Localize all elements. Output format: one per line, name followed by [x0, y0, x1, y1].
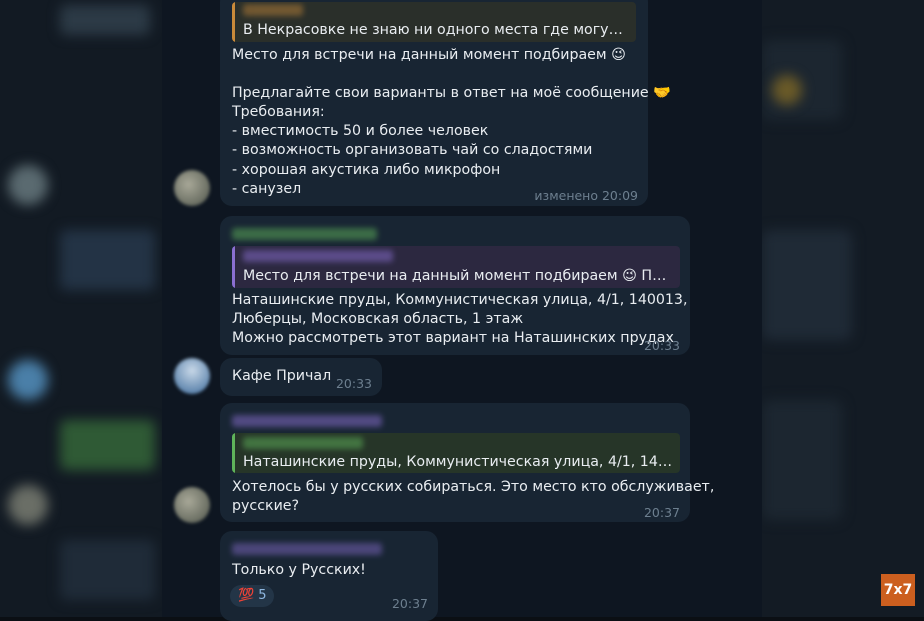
message-text: - возможность организовать чай со сладос…	[232, 142, 593, 158]
message-text: Место для встречи на данный момент подби…	[232, 47, 626, 63]
message-text: Кафе Причал	[232, 368, 332, 384]
avatar[interactable]	[174, 358, 210, 394]
quote-text: Место для встречи на данный момент подби…	[243, 268, 675, 284]
reply-quote[interactable]: Наташинские пруды, Коммунистическая улиц…	[232, 433, 680, 473]
reaction-chip[interactable]: 💯 5	[230, 585, 275, 607]
message-text: - вместимость 50 и более человек	[232, 123, 489, 139]
message-text: Требования:	[232, 104, 325, 120]
sender-name	[232, 543, 382, 555]
message-text: Люберцы, Московская область, 1 этаж	[232, 311, 524, 327]
sender-name	[232, 228, 377, 240]
message-text: Можно рассмотреть этот вариант на Наташи…	[232, 330, 674, 346]
message-bubble: Место для встречи на данный момент подби…	[220, 216, 690, 355]
message-text: русские?	[232, 498, 300, 514]
left-blurred-panel	[0, 0, 162, 617]
message-bubble: Наташинские пруды, Коммунистическая улиц…	[220, 403, 714, 522]
avatar[interactable]	[174, 170, 210, 206]
message-bubble: В Некрасовке не знаю ни одного места где…	[220, 0, 671, 206]
message-text: Предлагайте свои варианты в ответ на моё…	[232, 85, 671, 101]
right-blurred-panel	[762, 0, 924, 617]
avatar[interactable]	[174, 487, 210, 523]
reply-quote[interactable]: Место для встречи на данный момент подби…	[232, 246, 680, 288]
message-bubble: Только у Русских! 💯 5 20:37	[220, 531, 438, 621]
quote-text: В Некрасовке не знаю ни одного места где…	[243, 22, 631, 38]
reaction-count: 5	[258, 588, 267, 604]
message-time: изменено 20:09	[534, 188, 638, 203]
hundred-points-icon: 💯	[238, 588, 255, 604]
watermark-logo: 7x7	[881, 574, 915, 606]
message-bubble: Кафе Причал 20:33	[220, 358, 382, 396]
message-time: 20:37	[391, 596, 428, 611]
message-text: Только у Русских!	[232, 562, 366, 578]
message-text: - санузел	[232, 181, 302, 197]
reply-quote[interactable]: В Некрасовке не знаю ни одного места где…	[232, 2, 636, 42]
message-time: 20:33	[643, 338, 680, 353]
message-time: 20:37	[643, 505, 680, 520]
message-time: 20:33	[335, 376, 372, 391]
message-text: Наташинские пруды, Коммунистическая улиц…	[232, 292, 688, 308]
message-text: - хорошая акустика либо микрофон	[232, 162, 501, 178]
quote-text: Наташинские пруды, Коммунистическая улиц…	[243, 454, 675, 470]
chat-area: В Некрасовке не знаю ни одного места где…	[162, 0, 762, 621]
sender-name	[232, 415, 382, 427]
message-text: Хотелось бы у русских собираться. Это ме…	[232, 479, 715, 495]
